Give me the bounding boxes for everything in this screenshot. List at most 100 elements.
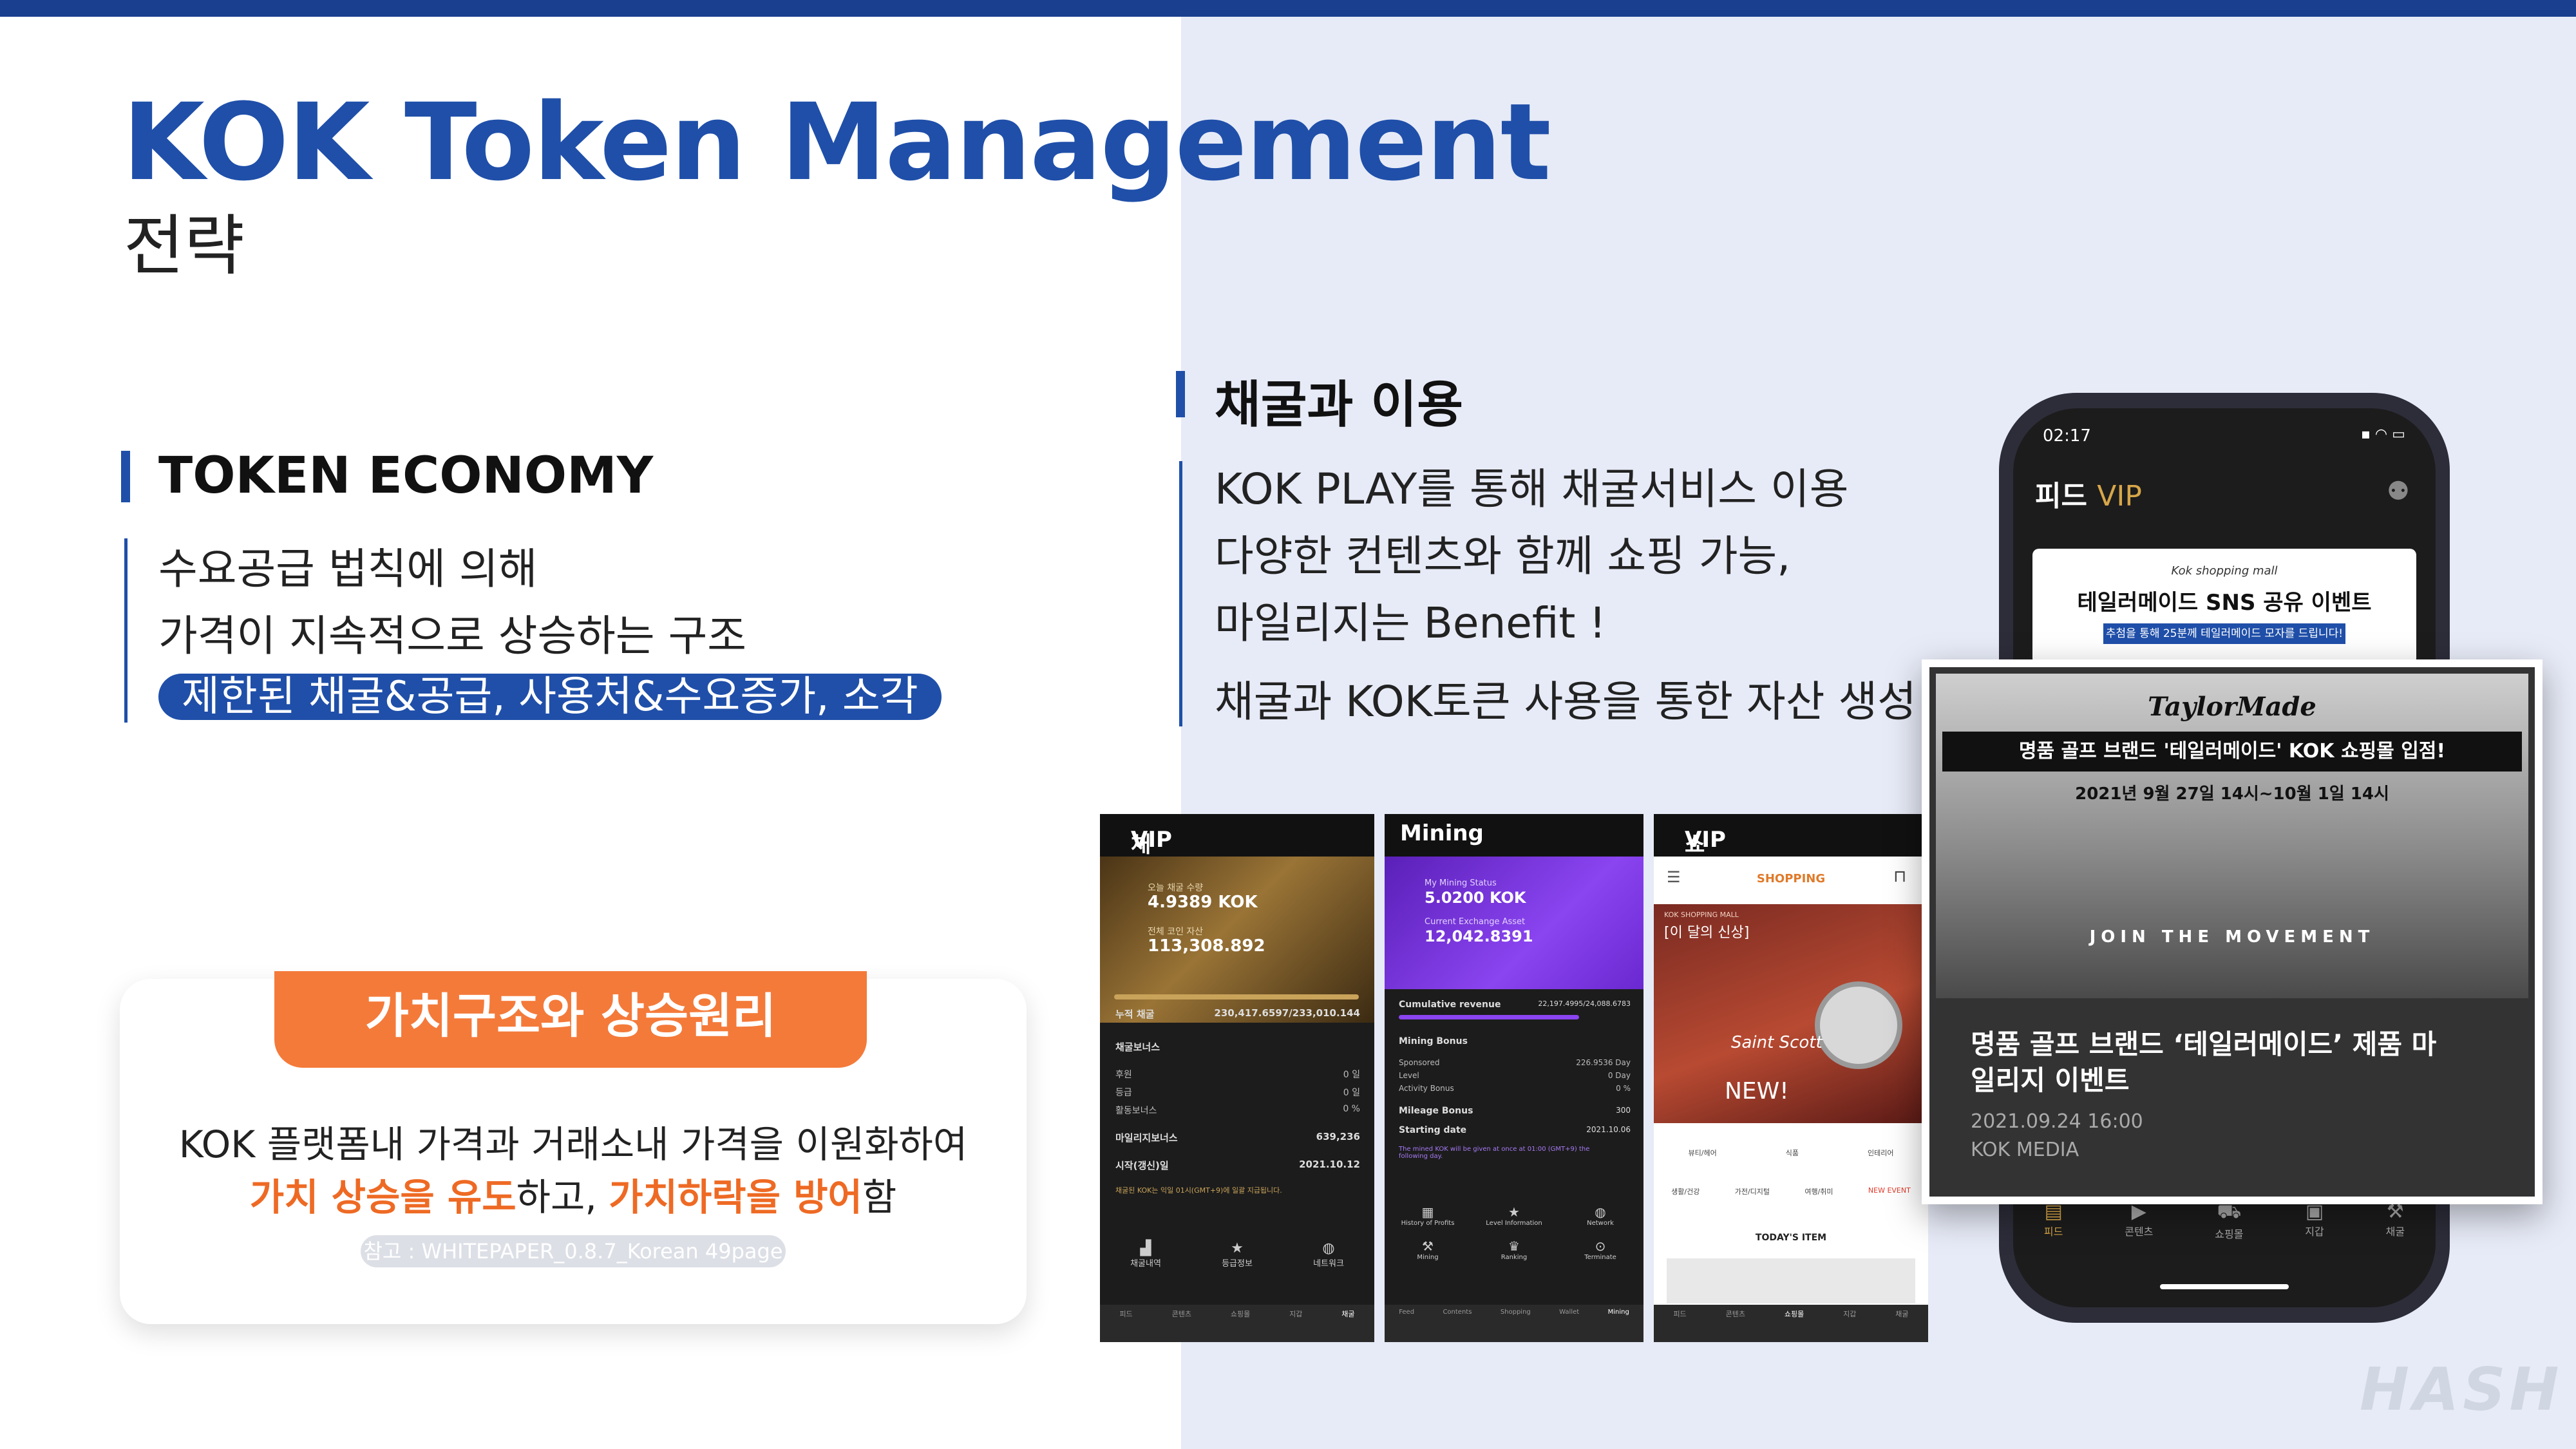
screen2-nav-label: Terminate (1584, 1254, 1616, 1261)
phone-tab-feed[interactable]: ▤ 피드 (2044, 1200, 2063, 1241)
taylormade-logo: TaylorMade (2148, 692, 2316, 722)
screen2-nav-history[interactable]: ▦ History of Profits (1385, 1204, 1471, 1227)
screen3-brand: Saint Scott (1731, 1033, 1823, 1052)
news-source: KOK MEDIA (1971, 1139, 2079, 1161)
screen2-row: Mining Bonus (1399, 1036, 1631, 1046)
mining-use-heading: 채굴과 이용 (1215, 376, 1463, 434)
screen2-tab[interactable]: Shopping (1501, 1309, 1531, 1342)
token-economy-highlight: 제한된 채굴&공급, 사용처&수요증가, 소각 (158, 674, 942, 720)
screen3-vip: VIP (1685, 827, 1726, 853)
news-movement: JOIN THE MOVEMENT (2089, 927, 2375, 947)
screen2-header: Mining (1385, 814, 1643, 857)
screen1-row-value: 0 % (1343, 1104, 1360, 1114)
screen2-row-label: Activity Bonus (1399, 1084, 1454, 1093)
screen1-row: 시작(갱신)일 2021.10.12 (1115, 1159, 1360, 1172)
screen2-row: Mileage Bonus 300 (1399, 1106, 1631, 1116)
screen1-tab[interactable]: 채굴 (1341, 1309, 1354, 1342)
screen3-tabbar: 피드 콘텐츠 쇼핑몰 지갑 채굴 (1654, 1305, 1928, 1342)
screen2-nav-terminate[interactable]: ⊙ Terminate (1557, 1238, 1643, 1261)
screen2-notice: The mined KOK will be given at once at 0… (1399, 1146, 1590, 1160)
taylormade-news-card[interactable]: TaylorMade 명품 골프 브랜드 '테일러메이드' KOK 쇼핑몰 입점… (1922, 659, 2543, 1204)
token-economy-line1: 수요공급 법칙에 의해 (158, 544, 538, 594)
screen1-row: 누적 채굴 230,417.6597/233,010.144 (1115, 1007, 1360, 1021)
mining-use-line1: KOK PLAY를 통해 채굴서비스 이용 (1215, 464, 1849, 514)
screen2-row-label: Level (1399, 1071, 1419, 1080)
phone-tab-contents[interactable]: ▶ 콘텐츠 (2125, 1200, 2153, 1241)
screen1-notice: 채굴된 KOK는 익일 01시(GMT+9)에 일괄 지급됩니다. (1115, 1186, 1282, 1195)
screen2-nav: ▦ History of Profits ★ Level Information ◍… (1385, 1204, 1643, 1261)
screen1-rows: 누적 채굴 230,417.6597/233,010.144 채굴보너스 후원 0 … (1115, 999, 1360, 1195)
screen2-nav-ranking[interactable]: ♛ Ranking (1471, 1238, 1557, 1261)
screen3-tab[interactable]: 지갑 (1843, 1309, 1856, 1342)
user-icon[interactable]: ⚉ (2387, 477, 2410, 506)
screen3-categories-2: 생활/건강 가전/디지털 여행/취미 NEW EVENT (1654, 1186, 1928, 1197)
screen2-row-value: 22,197.4995/24,088.6783 (1538, 999, 1631, 1008)
screen2-nav-label: Network (1587, 1220, 1614, 1227)
screen2-tab[interactable]: Wallet (1559, 1309, 1579, 1342)
screen2-tab[interactable]: Feed (1399, 1309, 1414, 1342)
home-indicator (2160, 1284, 2289, 1289)
screen1-tab[interactable]: 피드 (1119, 1309, 1132, 1342)
screen3-category[interactable]: 여행/취미 (1804, 1186, 1833, 1197)
screen3-category[interactable]: 생활/건강 (1671, 1186, 1700, 1197)
screen1-today-label: 오늘 채굴 수량 (1148, 883, 1204, 893)
screen1-row: 후원 0 일 (1115, 1068, 1360, 1081)
screen2-tab[interactable]: Contents (1443, 1309, 1472, 1342)
screen2-row: Cumulative revenue 22,197.4995/24,088.678… (1399, 999, 1631, 1010)
screen1-nav-level[interactable]: ★ 등급정보 (1222, 1240, 1253, 1269)
screen2-nav-level[interactable]: ★ Level Information (1471, 1204, 1557, 1227)
screen1-tab[interactable]: 콘텐츠 (1172, 1309, 1191, 1342)
phone-tabbar: ▤ 피드 ▶ 콘텐츠 ⛟ 쇼핑몰 ▣ 지갑 ⚒ 채굴 (2013, 1200, 2436, 1241)
phone-event-sub: 추첨을 통해 25분께 테일러메이드 모자를 드립니다! (2103, 623, 2345, 644)
screen2-nav-network[interactable]: ◍ Network (1557, 1204, 1643, 1227)
screen2-tab[interactable]: Mining (1608, 1309, 1629, 1342)
screen1-nav-network[interactable]: ◍ 네트워크 (1313, 1240, 1344, 1269)
screen3-category[interactable]: 뷰티/헤어 (1689, 1148, 1717, 1158)
value-card-suffix: 함 (862, 1175, 897, 1219)
screen2-tabbar: Feed Contents Shopping Wallet Mining (1385, 1305, 1643, 1342)
phone-event-title: 테일러메이드 SNS 공유 이벤트 (2077, 590, 2372, 616)
phone-tab-wallet[interactable]: ▣ 지갑 (2305, 1200, 2324, 1241)
mining-use-line3: 마일리지는 Benefit ! (1215, 598, 1606, 648)
screen2-nav-label: Mining (1417, 1254, 1439, 1261)
screen1-tab[interactable]: 지갑 (1289, 1309, 1302, 1342)
screen3-banner-big: [이 달의 신상] (1664, 925, 1750, 941)
screen2-nav-mining[interactable]: ⚒ Mining (1385, 1238, 1471, 1261)
screen2-row-value: 0 % (1616, 1084, 1631, 1093)
screen1-row-value: 230,417.6597/233,010.144 (1214, 1007, 1360, 1019)
screen1-tab[interactable]: 쇼핑몰 (1231, 1309, 1250, 1342)
screen1-row-label: 마일리지보너스 (1115, 1132, 1178, 1144)
screen1-nav-history[interactable]: ▟ 채굴내역 (1130, 1240, 1161, 1269)
screen3-tab[interactable]: 채굴 (1895, 1309, 1908, 1342)
phone-tab-label: 피드 (2043, 1226, 2063, 1238)
screen2-row-label: Sponsored (1399, 1058, 1440, 1067)
token-economy-line2: 가격이 지속적으로 상승하는 구조 (158, 611, 747, 661)
globe-icon: ◍ (1595, 1204, 1606, 1220)
star-icon: ★ (1508, 1204, 1520, 1220)
section-marker (121, 451, 130, 502)
screen2-progress (1399, 1015, 1579, 1019)
screen3-tab[interactable]: 콘텐츠 (1726, 1309, 1745, 1342)
cart-icon[interactable]: ⊓ (1893, 867, 1906, 886)
screen3-tab[interactable]: 쇼핑몰 (1785, 1309, 1804, 1342)
section-marker-2 (1176, 371, 1185, 417)
screen3-header: 쇼핑몰 VIP (1654, 814, 1928, 921)
screen1-row-value: 639,236 (1316, 1131, 1360, 1142)
screen3-tab[interactable]: 피드 (1673, 1309, 1686, 1342)
screen1-row-label: 등급 (1115, 1088, 1132, 1098)
screen3-category[interactable]: NEW EVENT (1868, 1186, 1911, 1197)
screen2-status-value: 5.0200 KOK (1425, 889, 1526, 907)
screen3-category[interactable]: 식품 (1786, 1148, 1799, 1158)
shopping-vip-screenshot: 쇼핑몰 VIP ☰ SHOPPING ⊓ KOK SHOPPING MALL [… (1654, 814, 1928, 1342)
screen3-banner-small: KOK SHOPPING MALL (1664, 911, 1739, 919)
screen2-asset-value: 12,042.8391 (1425, 927, 1533, 945)
phone-vip: VIP (2097, 480, 2142, 513)
screen1-row: 활동보너스 0 % (1115, 1104, 1360, 1117)
screen3-category[interactable]: 인테리어 (1868, 1148, 1893, 1158)
pickaxe-icon: ⚒ (1422, 1238, 1434, 1254)
phone-tab-mining[interactable]: ⚒ 채굴 (2386, 1200, 2405, 1241)
phone-tab-shop[interactable]: ⛟ 쇼핑몰 (2215, 1200, 2243, 1241)
screen1-nav-label: 채굴내역 (1130, 1259, 1161, 1269)
star-icon: ★ (1231, 1240, 1244, 1256)
screen3-category[interactable]: 가전/디지털 (1735, 1186, 1770, 1197)
